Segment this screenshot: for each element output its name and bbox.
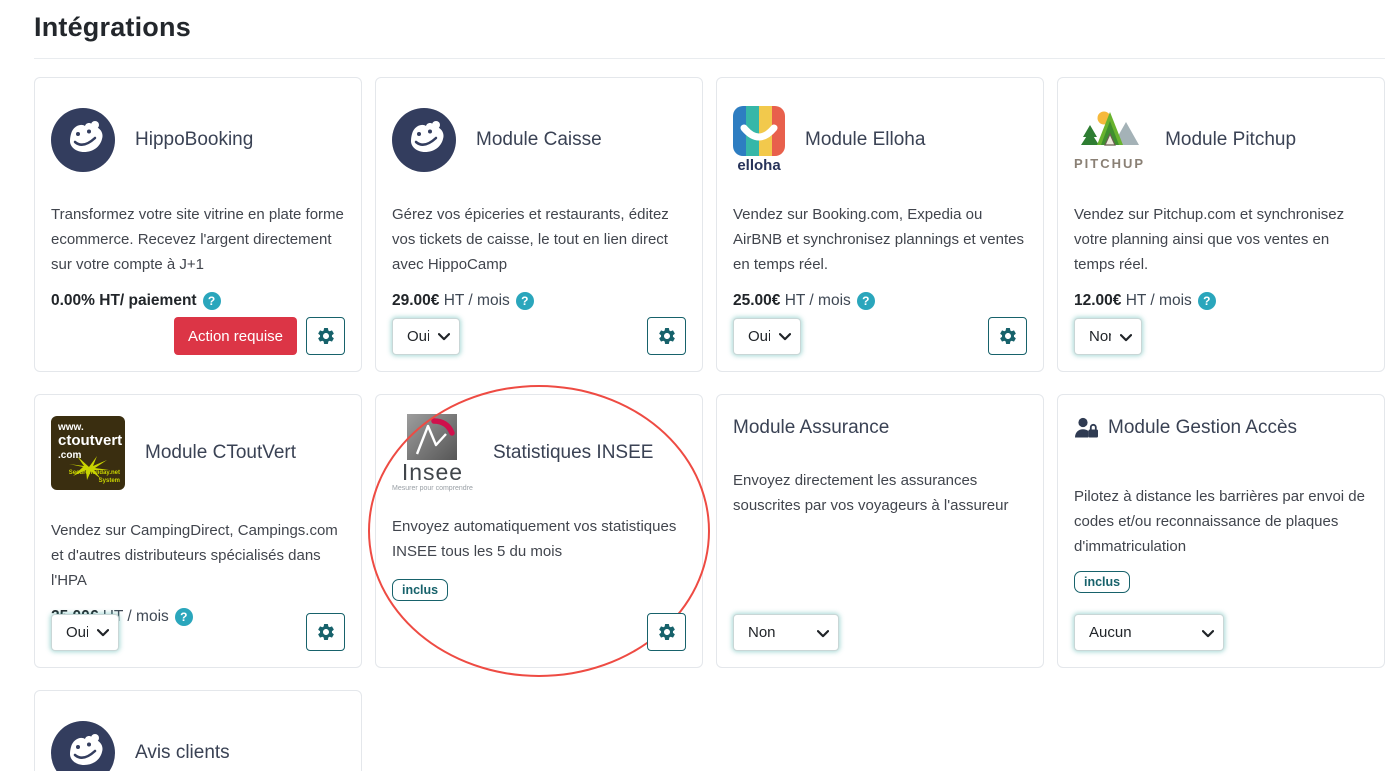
card-header: HippoBooking (51, 94, 345, 186)
card-header: Module Assurance (733, 411, 1027, 439)
card-header: Insee Mesurer pour comprendre Statistiqu… (392, 411, 686, 495)
pitchup-logo-icon (1079, 109, 1141, 155)
card-description: Envoyez automatiquement vos statistiques… (392, 515, 686, 565)
card-footer (392, 613, 686, 651)
insee-logo: Insee Mesurer pour comprendre (392, 414, 473, 491)
help-icon[interactable]: ? (203, 292, 221, 310)
gear-icon (316, 622, 336, 642)
ctoutvert-logo-icon: www. ctoutvert .com Secureholiday.net Sy… (51, 416, 125, 490)
card-avis-clients: Avis clients (34, 690, 362, 771)
card-footer: Oui (51, 613, 345, 651)
card-description: Vendez sur CampingDirect, Campings.com e… (51, 519, 345, 593)
card-title: Avis clients (135, 742, 230, 764)
settings-button[interactable] (647, 613, 686, 651)
card-title: Module Gestion Accès (1108, 417, 1297, 439)
price-unit: HT / mois (785, 292, 851, 309)
card-description: Vendez sur Booking.com, Expedia ou AirBN… (733, 203, 1027, 277)
card-description: Envoyez directement les assurances sousc… (733, 469, 1027, 519)
inclus-badge: inclus (1074, 571, 1130, 593)
enable-select[interactable]: Oui (51, 614, 119, 651)
elloha-logo-text: elloha (737, 157, 780, 174)
card-title: Module Pitchup (1165, 129, 1296, 151)
insee-logo-text: Insee (402, 460, 463, 484)
settings-button[interactable] (988, 317, 1027, 355)
integrations-grid: HippoBooking Transformez votre site vitr… (34, 77, 1385, 771)
card-description: Vendez sur Pitchup.com et synchronisez v… (1074, 203, 1368, 277)
card-module-pitchup: PITCHUP Module Pitchup Vendez sur Pitchu… (1057, 77, 1385, 372)
card-statistiques-insee: Insee Mesurer pour comprendre Statistiqu… (375, 394, 703, 668)
price-value: 29.00€ (392, 292, 439, 309)
avis-clients-logo-icon (51, 721, 115, 771)
card-header: Module Caisse (392, 94, 686, 186)
pitchup-logo-text: PITCHUP (1074, 156, 1145, 171)
price-value: 12.00€ (1074, 292, 1121, 309)
card-hippobooking: HippoBooking Transformez votre site vitr… (34, 77, 362, 372)
pitchup-logo: PITCHUP (1074, 109, 1145, 171)
gear-icon (316, 326, 336, 346)
price-unit: HT / mois (1126, 292, 1192, 309)
price-line: 25.00€ HT / mois ? (733, 292, 1027, 310)
title-divider (34, 58, 1385, 59)
access-mode-select[interactable]: Aucun (1074, 614, 1224, 651)
enable-select[interactable]: Non (1074, 318, 1142, 355)
elloha-logo: elloha (733, 106, 785, 174)
elloha-logo-icon (733, 106, 785, 156)
hippobooking-logo-icon (51, 108, 115, 172)
card-footer: Oui (733, 317, 1027, 355)
card-title: HippoBooking (135, 129, 253, 151)
gear-icon (998, 326, 1018, 346)
insee-logo-icon (407, 414, 457, 460)
card-footer: Non (733, 614, 1027, 651)
card-title: Module Assurance (733, 417, 889, 439)
card-module-assurance: Module Assurance Envoyez directement les… (716, 394, 1044, 668)
card-description: Transformez votre site vitrine en plate … (51, 203, 345, 277)
enable-select[interactable]: Oui (733, 318, 801, 355)
enable-select[interactable]: Oui (392, 318, 460, 355)
price-line: 29.00€ HT / mois ? (392, 292, 686, 310)
card-footer: Action requise (51, 317, 345, 355)
card-header: Avis clients (51, 707, 345, 771)
hippocamp-logo-icon (392, 108, 456, 172)
insee-logo-tagline: Mesurer pour comprendre (392, 485, 473, 492)
settings-button[interactable] (647, 317, 686, 355)
card-module-ctoutvert: www. ctoutvert .com Secureholiday.net Sy… (34, 394, 362, 668)
ctoutvert-logo-subtext: Secureholiday.net System (69, 470, 120, 486)
settings-button[interactable] (306, 317, 345, 355)
user-lock-icon (1074, 417, 1099, 439)
card-header: elloha Module Elloha (733, 94, 1027, 186)
card-title: Statistiques INSEE (493, 442, 654, 464)
card-title: Module CToutVert (145, 442, 296, 464)
price-line: 12.00€ HT / mois ? (1074, 292, 1368, 310)
enable-select[interactable]: Non (733, 614, 839, 651)
card-module-elloha: elloha Module Elloha Vendez sur Booking.… (716, 77, 1044, 372)
card-description: Pilotez à distance les barrières par env… (1074, 485, 1368, 559)
action-requise-button[interactable]: Action requise (174, 317, 297, 355)
price-line: 0.00% HT/ paiement ? (51, 292, 345, 310)
help-icon[interactable]: ? (1198, 292, 1216, 310)
card-title: Module Elloha (805, 129, 925, 151)
price-unit: HT / mois (444, 292, 510, 309)
card-module-caisse: Module Caisse Gérez vos épiceries et res… (375, 77, 703, 372)
price-value: 25.00€ (733, 292, 780, 309)
help-icon[interactable]: ? (857, 292, 875, 310)
card-title: Module Caisse (476, 129, 602, 151)
card-description: Gérez vos épiceries et restaurants, édit… (392, 203, 686, 277)
gear-icon (657, 622, 677, 642)
gear-icon (657, 326, 677, 346)
card-footer: Aucun (1074, 614, 1368, 651)
settings-button[interactable] (306, 613, 345, 651)
ctoutvert-logo-text: ctoutvert (58, 433, 118, 450)
card-header: PITCHUP Module Pitchup (1074, 94, 1368, 186)
card-footer: Oui (392, 317, 686, 355)
page-title: Intégrations (34, 12, 1397, 43)
inclus-badge: inclus (392, 579, 448, 601)
price-value: 0.00% HT/ paiement (51, 292, 197, 310)
help-icon[interactable]: ? (516, 292, 534, 310)
card-header: Module Gestion Accès (1074, 411, 1368, 439)
card-footer: Non (1074, 318, 1368, 355)
card-header: www. ctoutvert .com Secureholiday.net Sy… (51, 411, 345, 495)
card-module-gestion-acces: Module Gestion Accès Pilotez à distance … (1057, 394, 1385, 668)
